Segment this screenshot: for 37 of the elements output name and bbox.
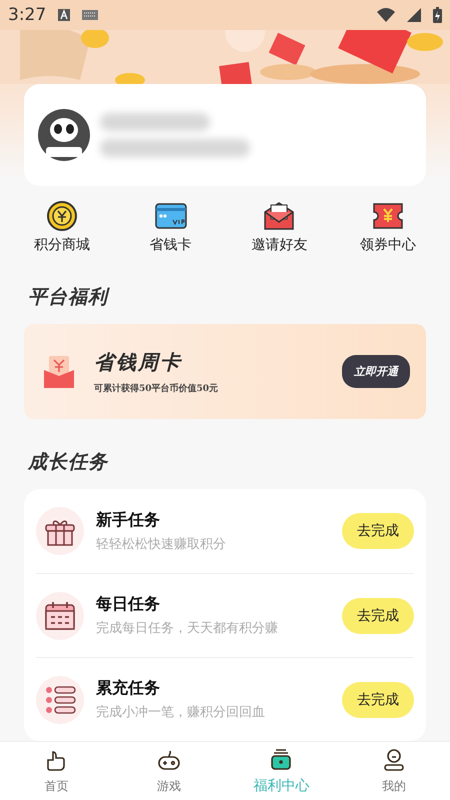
task-description: 完成每日任务，天天都有积分赚 (96, 620, 279, 637)
nav-tab[interactable]: 我的 (338, 742, 450, 800)
envelope-icon (44, 356, 74, 388)
nav-tab[interactable]: 游戏 (112, 742, 225, 800)
signal-icon (407, 8, 421, 22)
user-icon (382, 748, 406, 772)
promo-subtitle: 可累计获得50平台币价值50元 (94, 382, 220, 394)
activate-button[interactable]: 立即开通 (342, 355, 410, 388)
promo-title: 省钱周卡 (94, 348, 183, 376)
avatar-icon (38, 109, 90, 161)
task-title: 累充任务 (96, 678, 161, 699)
task-title: 新手任务 (96, 510, 161, 530)
list-icon (36, 676, 84, 724)
calendar-icon (36, 592, 84, 640)
gift-icon (36, 507, 84, 555)
complete-button[interactable]: 去完成 (342, 598, 414, 634)
notification-icon (58, 9, 70, 21)
wifi-icon (377, 8, 395, 22)
coin-icon (45, 200, 79, 232)
task-title: 每日任务 (96, 594, 161, 615)
shortcut-item[interactable]: 积分商城 (12, 200, 112, 254)
complete-button[interactable]: 去完成 (342, 682, 414, 718)
shortcut-item[interactable]: 邀请好友 (229, 200, 330, 254)
battery-icon (433, 7, 442, 23)
section-title: 成长任务 (28, 450, 110, 475)
complete-button[interactable]: 去完成 (342, 513, 414, 549)
gamepad-icon (156, 748, 181, 772)
shortcut-item[interactable]: 省钱卡 (120, 200, 221, 254)
keyboard-icon (82, 10, 98, 20)
task-description: 完成小冲一笔，赚积分回回血 (96, 704, 266, 721)
gift-box-icon (269, 747, 294, 771)
shortcut-item[interactable]: 领券中心 (338, 200, 438, 254)
section-title: 平台福利 (28, 285, 111, 310)
envelope-icon (262, 200, 296, 232)
task-description: 轻轻松松快速赚取积分 (96, 536, 227, 552)
status-time: 3:27 (8, 5, 46, 25)
nav-tab[interactable]: 首页 (0, 742, 112, 800)
